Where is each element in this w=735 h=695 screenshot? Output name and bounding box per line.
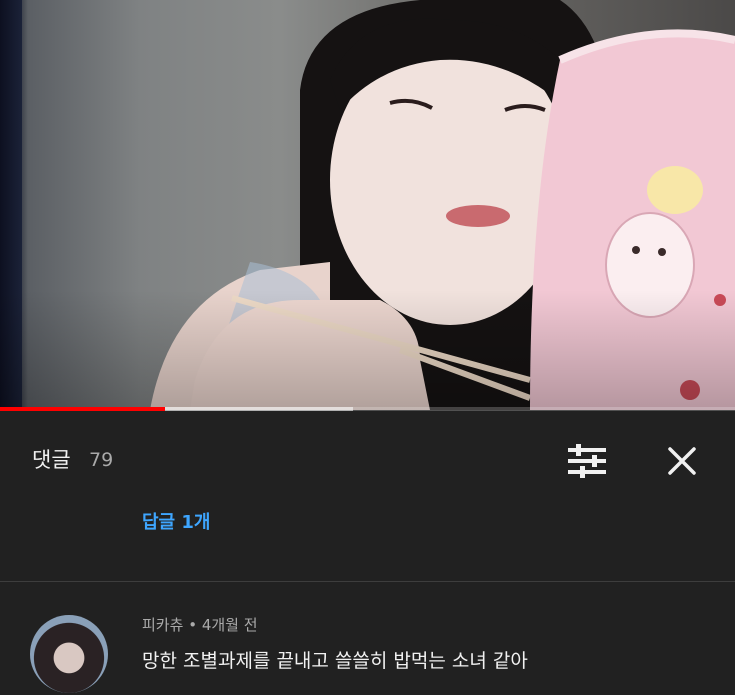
avatar[interactable] [30,615,108,693]
video-overlay-shadow [0,290,735,410]
comment-item: 피카츄 • 4개월 전 망한 조별과제를 끝내고 쓸쓸히 밥먹는 소녀 같아 [0,582,735,695]
close-icon [668,447,696,475]
sort-comments-button[interactable] [566,441,608,481]
video-player[interactable] [0,0,735,410]
meta-separator: • [188,616,198,634]
comments-header: 댓글 79 [0,411,735,507]
comments-panel: 댓글 79 답글 1개 피카츄 • 4개월 전 망한 조별과제를 끝내고 쓸쓸히… [0,411,735,695]
comment-meta: 피카츄 • 4개월 전 [142,614,258,635]
view-replies-link[interactable]: 답글 1개 [142,508,210,534]
comment-author[interactable]: 피카츄 [142,616,183,634]
close-comments-button[interactable] [662,441,702,481]
tune-icon [568,444,606,478]
comment-text: 망한 조별과제를 끝내고 쓸쓸히 밥먹는 소녀 같아 [142,650,528,672]
comments-count: 79 [89,449,114,471]
comment-time: 4개월 전 [201,616,258,634]
comments-title: 댓글 [32,448,71,472]
